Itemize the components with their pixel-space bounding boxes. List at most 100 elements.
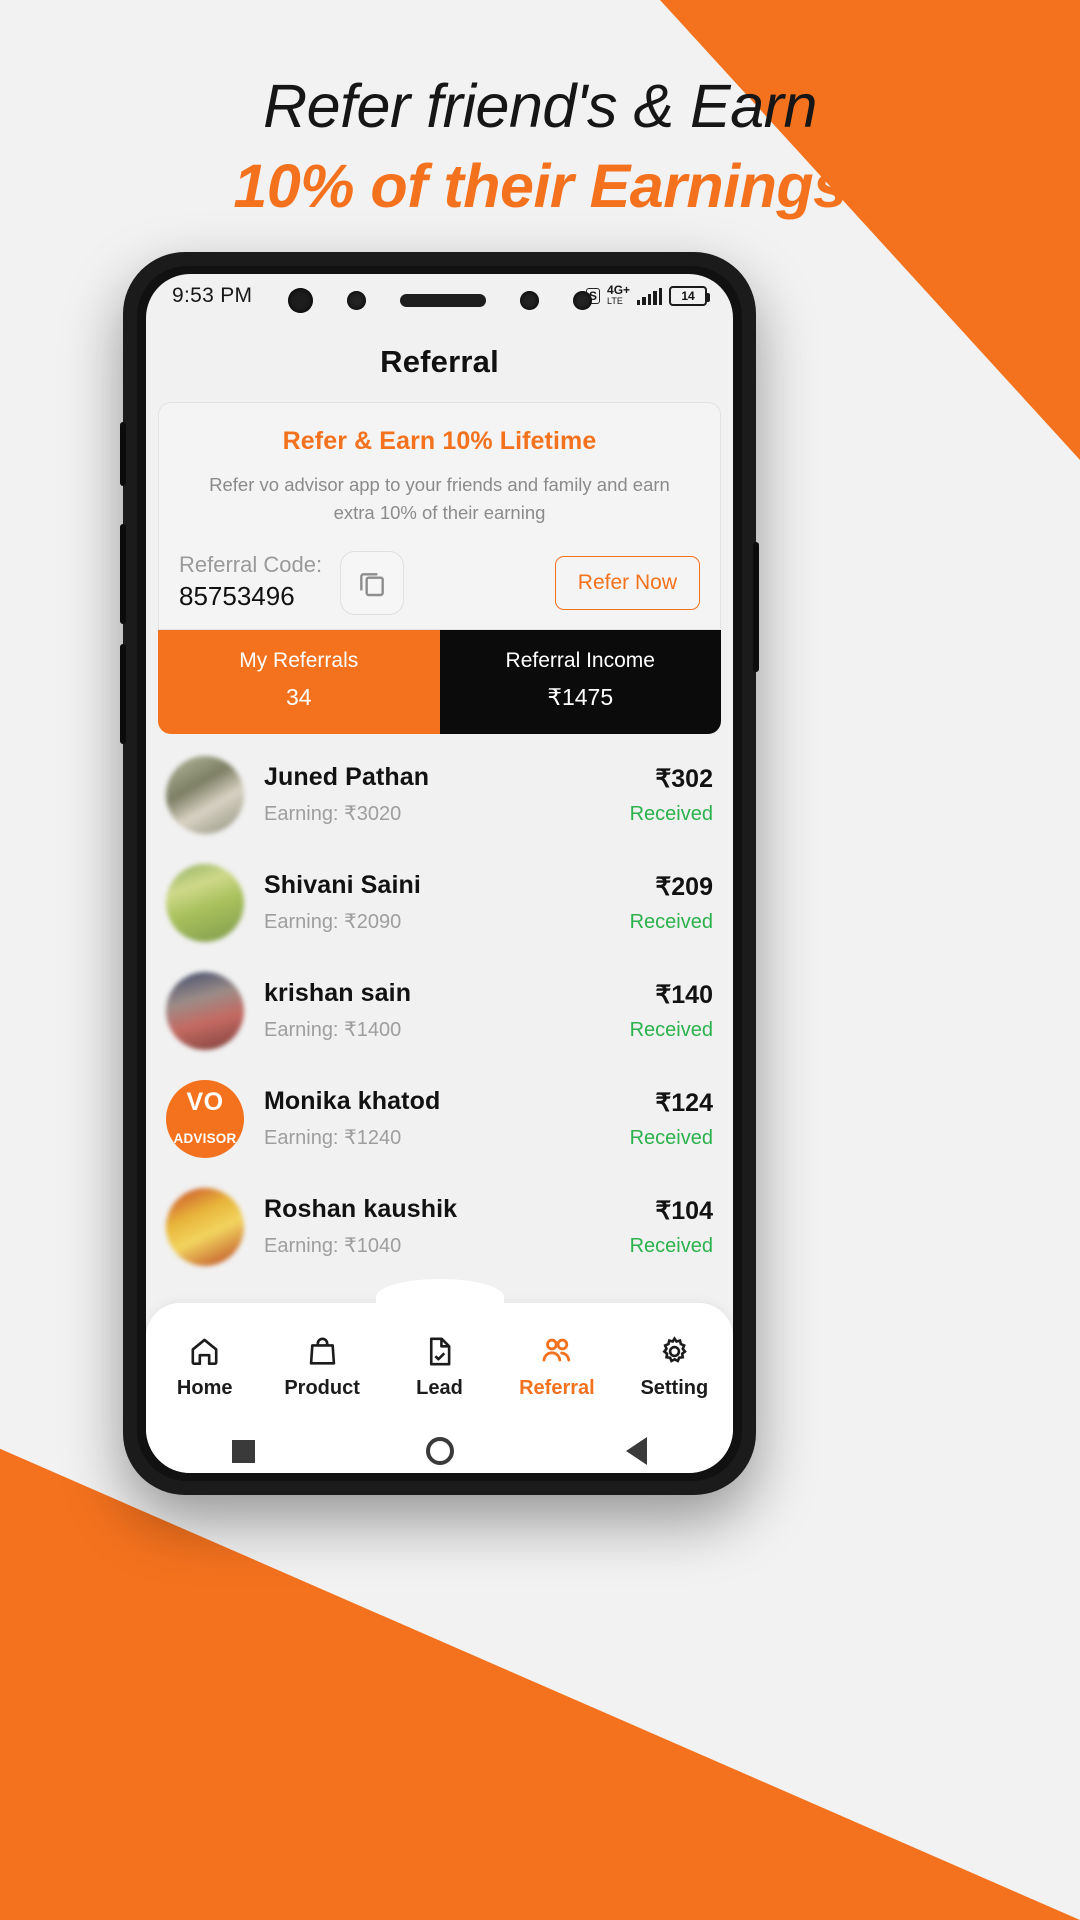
referral-name: Monika khatod [264,1087,441,1115]
bottom-navigation: Home Product Lead Referral Setting [146,1279,733,1431]
status-badge: Received [629,910,713,933]
nav-label-product: Product [284,1376,360,1399]
refer-card-description: Refer vo advisor app to your friends and… [209,474,670,523]
status-badge: Received [629,1234,713,1257]
referral-amount-block: ₹140 Received [630,980,713,1042]
network-type-label: 4G+ LTE [607,283,631,306]
system-navigation-bar [146,1429,733,1473]
referral-income-label: Referral Income [505,648,655,672]
nav-label-home: Home [176,1376,233,1399]
referral-income-value: ₹1475 [547,683,614,710]
referral-amount: ₹140 [655,980,713,1009]
sim-card-icon: S [586,288,601,304]
status-bar-indicators: S 4G+ LTE 14 [586,283,710,307]
status-badge: Received [629,1018,713,1041]
copy-code-button[interactable] [340,550,405,615]
vo-logo-bottom: ADVISOR [173,1131,237,1147]
referral-code-block: Referral Code: 85753496 [179,551,322,613]
nav-item-referral[interactable]: Referral [498,1334,615,1400]
referral-amount-block: ₹124 Received [630,1088,713,1150]
referral-amount: ₹124 [655,1088,713,1117]
avatar [166,755,244,834]
phone-button-volume-up [120,524,126,624]
referral-info: krishan sain Earning: ₹1400 [264,979,610,1042]
referral-stats-tabs: My Referrals 34 Referral Income ₹1475 [158,629,721,734]
referral-earning: Earning: ₹1040 [264,1235,402,1257]
referral-info: Juned Pathan Earning: ₹3020 [264,763,610,826]
battery-icon: 14 [669,286,710,306]
referral-earning: Earning: ₹1240 [264,1127,402,1149]
referral-earning: Earning: ₹2090 [264,911,402,933]
referral-name: Juned Pathan [264,763,430,791]
referral-info: Shivani Saini Earning: ₹2090 [264,871,610,934]
refer-card-heading: Refer & Earn 10% Lifetime [282,427,597,455]
nav-item-product[interactable]: Product [263,1335,380,1400]
phone-mockup: 9:53 PM S 4G+ LTE 14 Referral Refer & Ea… [120,252,759,1495]
tab-referral-income[interactable]: Referral Income ₹1475 [439,629,721,734]
home-circle-icon[interactable] [426,1437,455,1465]
referral-info: Monika khatod Earning: ₹1240 [264,1087,610,1150]
bag-icon [309,1337,335,1365]
vo-logo-top: VO [186,1087,224,1116]
tab-my-referrals[interactable]: My Referrals 34 [158,629,440,734]
referral-name: krishan sain [264,979,412,1007]
nav-notch [375,1279,504,1315]
status-bar-time: 9:53 PM [172,284,253,307]
phone-button-power [753,542,759,672]
recents-square-icon[interactable] [231,1439,255,1463]
avatar [166,971,244,1050]
referral-amount: ₹209 [655,872,713,901]
referral-amount-block: ₹209 Received [630,872,713,934]
nav-label-lead: Lead [416,1376,463,1399]
avatar [166,863,244,942]
referral-earning: Earning: ₹1400 [264,1019,402,1041]
table-row[interactable]: Juned Pathan Earning: ₹3020 ₹302 Receive… [162,740,717,848]
status-badge: Received [629,802,713,825]
signal-bars-icon [637,287,662,305]
promo-line-1: Refer friend's & Earn [263,72,817,140]
nav-item-setting[interactable]: Setting [616,1335,733,1400]
promo-headline: Refer friend's & Earn 10% of their Earni… [0,72,1080,221]
phone-button-left-1 [120,422,126,486]
promo-line-2: 10% of their Earnings [233,152,847,221]
battery-level: 14 [681,289,695,303]
nav-item-home[interactable]: Home [146,1335,263,1400]
referral-code-label: Referral Code: [179,552,323,578]
refer-now-button[interactable]: Refer Now [554,555,700,610]
referral-info: Roshan kaushik Earning: ₹1040 [264,1195,610,1258]
phone-screen: 9:53 PM S 4G+ LTE 14 Referral Refer & Ea… [146,274,733,1473]
phone-inner-frame: 9:53 PM S 4G+ LTE 14 Referral Refer & Ea… [137,266,742,1481]
nav-label-setting: Setting [640,1376,709,1399]
avatar [166,1187,244,1266]
referral-amount: ₹104 [655,1196,713,1225]
table-row[interactable]: krishan sain Earning: ₹1400 ₹140 Receive… [162,956,717,1064]
my-referrals-count: 34 [285,683,312,710]
referral-name: Shivani Saini [264,871,421,899]
page-title: Referral [380,344,499,379]
gear-icon [662,1335,687,1363]
home-icon [191,1338,218,1365]
back-triangle-icon[interactable] [626,1437,648,1465]
referral-code-row: Referral Code: 85753496 Refer Now [179,550,700,629]
referral-amount: ₹302 [655,764,713,793]
status-badge: Received [629,1126,713,1149]
referral-code-value: 85753496 [179,580,295,611]
referral-amount-block: ₹104 Received [630,1196,713,1258]
avatar: VO ADVISOR [166,1079,244,1158]
table-row[interactable]: Shivani Saini Earning: ₹2090 ₹209 Receiv… [162,848,717,956]
phone-button-volume-down [120,644,126,744]
table-row[interactable]: Roshan kaushik Earning: ₹1040 ₹104 Recei… [162,1172,717,1280]
referral-list: Juned Pathan Earning: ₹3020 ₹302 Receive… [146,734,733,1280]
referral-amount-block: ₹302 Received [630,764,713,826]
refer-earn-card: Refer & Earn 10% Lifetime Refer vo advis… [158,402,721,630]
referral-earning: Earning: ₹3020 [264,803,402,825]
nav-label-referral: Referral [519,1377,595,1399]
referral-name: Roshan kaushik [264,1195,458,1223]
people-icon [542,1338,571,1362]
status-bar: 9:53 PM S 4G+ LTE 14 [146,274,733,318]
my-referrals-label: My Referrals [239,648,359,672]
copy-icon [360,572,384,596]
nav-item-lead[interactable]: Lead [381,1335,498,1400]
document-check-icon [429,1337,451,1365]
table-row[interactable]: VO ADVISOR Monika khatod Earning: ₹1240 … [162,1064,717,1172]
